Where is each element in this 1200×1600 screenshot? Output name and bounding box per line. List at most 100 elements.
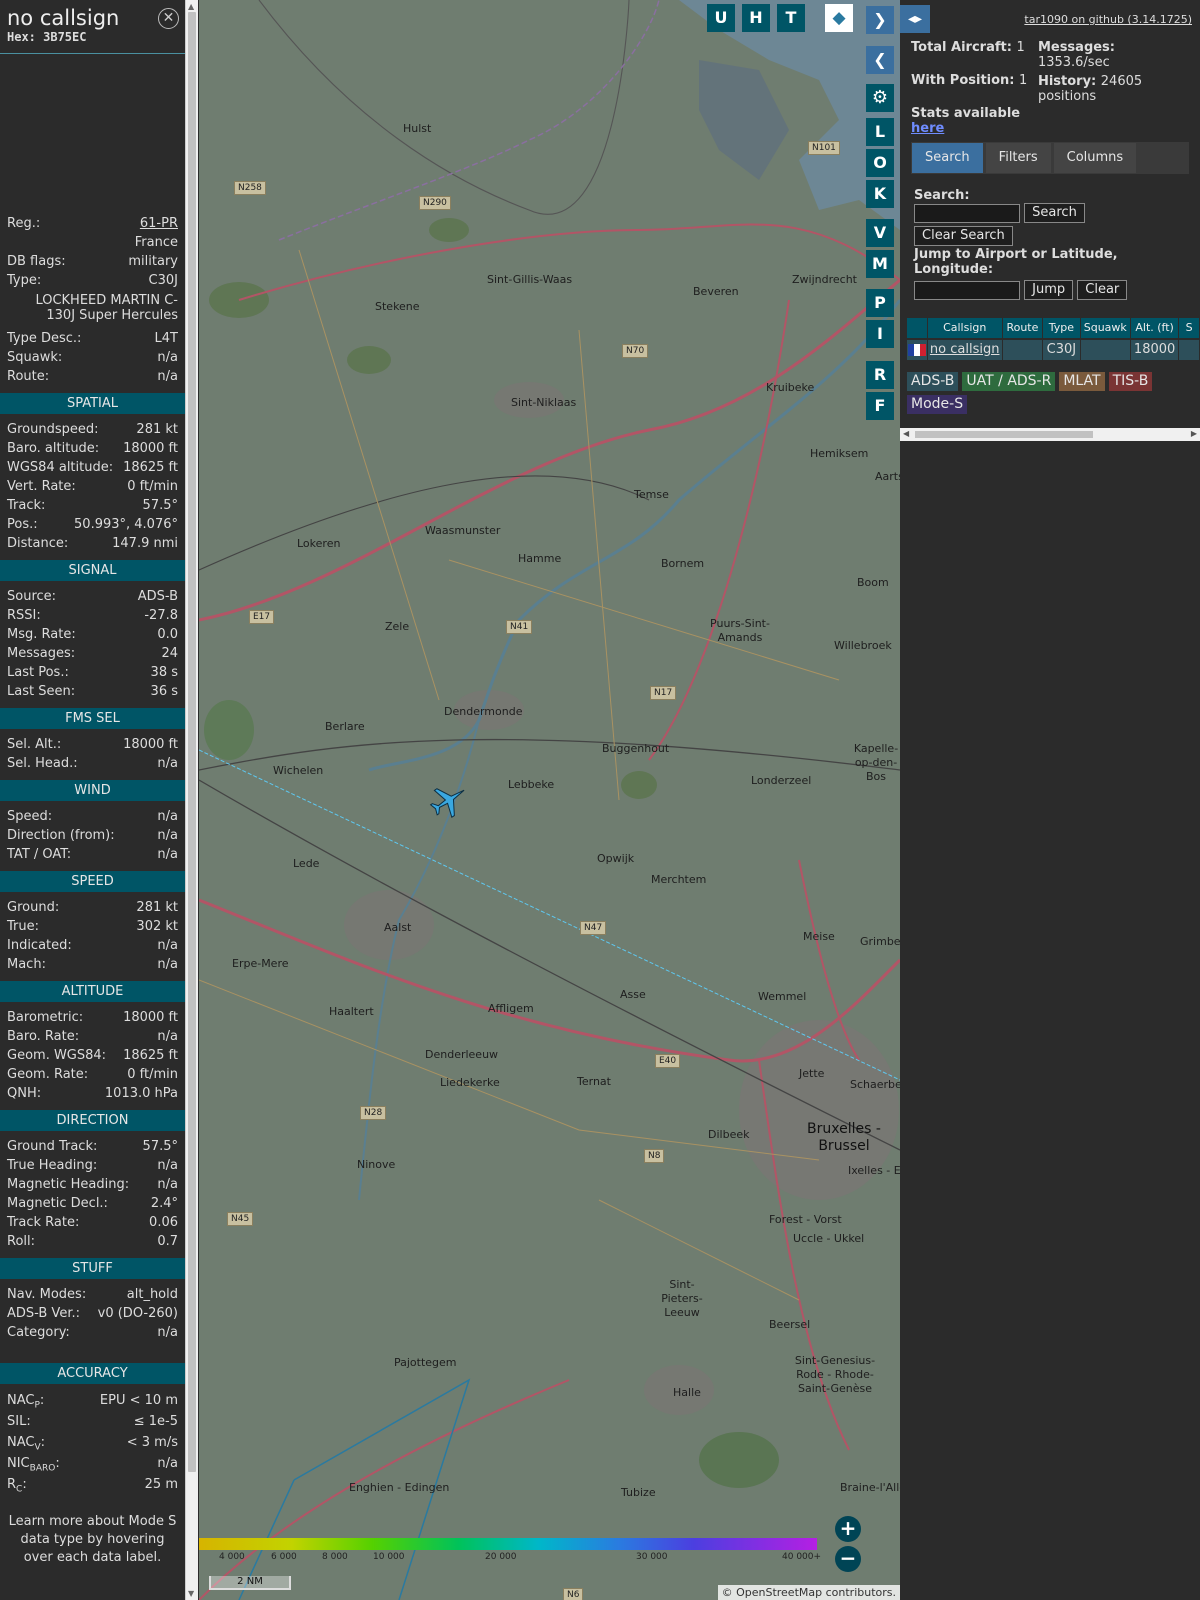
info-value: 18000 ft xyxy=(123,737,178,752)
col-altitude[interactable]: Alt. (ft) xyxy=(1130,318,1179,338)
place-label: Hamme xyxy=(518,552,562,565)
railway xyxy=(258,0,630,215)
place-label: Affligem xyxy=(488,1002,534,1015)
tab-search[interactable]: Search xyxy=(912,143,983,173)
collapse-left-icon[interactable]: ❮ xyxy=(866,46,894,74)
map-button-f[interactable]: F xyxy=(866,392,894,420)
road-shield: N290 xyxy=(419,196,451,210)
info-value: n/a xyxy=(157,756,178,771)
info-label: True Heading: xyxy=(7,1158,98,1173)
scroll-left-arrow-icon[interactable]: ◀ xyxy=(903,429,909,438)
legend-modes: Mode-S xyxy=(907,395,968,414)
map-button-h[interactable]: H xyxy=(742,4,770,32)
info-row: True: 302 kt xyxy=(0,917,185,936)
zoom-in-button[interactable]: + xyxy=(835,1516,861,1542)
info-label: Baro. Rate: xyxy=(7,1029,80,1044)
road-shield: N6 xyxy=(563,1588,584,1600)
info-row: Source: ADS-B xyxy=(0,587,185,606)
scrollbar-thumb[interactable] xyxy=(188,12,196,1472)
map-button-u[interactable]: U xyxy=(707,4,735,32)
jump-input[interactable] xyxy=(914,280,1020,300)
place-label: Erpe-Mere xyxy=(232,957,289,970)
info-value: v0 (DO-260) xyxy=(97,1306,178,1321)
info-label: RSSI: xyxy=(7,608,41,623)
stats-link[interactable]: here xyxy=(911,121,944,136)
toggle-sidebar-icon[interactable]: ◂▸ xyxy=(900,5,930,33)
place-label: Beersel xyxy=(769,1318,811,1331)
place-label: Kruibeke xyxy=(766,381,815,394)
map-button-o[interactable]: O xyxy=(866,149,894,177)
with-position: With Position: 1 xyxy=(911,73,1028,88)
col-callsign[interactable]: Callsign xyxy=(927,318,1002,338)
col-type[interactable]: Type xyxy=(1043,318,1080,338)
info-value: 302 kt xyxy=(136,919,178,934)
info-value: n/a xyxy=(157,1325,178,1340)
map-button-v[interactable]: V xyxy=(866,219,894,247)
tab-columns[interactable]: Columns xyxy=(1053,143,1137,173)
github-link[interactable]: tar1090 on github (3.14.1725) xyxy=(1024,13,1192,26)
info-row: Pos.: 50.993°, 4.076° xyxy=(0,515,185,534)
map-button-k[interactable]: K xyxy=(866,180,894,208)
stuff-list: Nav. Modes: alt_hold ADS-B Ver.: v0 (DO-260… xyxy=(0,1285,185,1342)
tab-filters[interactable]: Filters xyxy=(985,143,1051,173)
table-row[interactable]: no callsign C30J 18000 xyxy=(907,340,1200,360)
scroll-down-arrow-icon[interactable]: ▼ xyxy=(188,1589,194,1598)
osm-link[interactable]: OpenStreetMap xyxy=(736,1586,822,1599)
map-button-r[interactable]: R xyxy=(866,361,894,389)
info-row: Mach: n/a xyxy=(0,955,185,974)
expand-right-icon[interactable]: ❯ xyxy=(866,6,894,34)
source-legend: ADS-B UAT / ADS-R MLAT TIS-B Mode-S xyxy=(907,372,1167,418)
road-shield: N8 xyxy=(644,1149,665,1163)
close-icon[interactable]: ✕ xyxy=(158,8,179,29)
legend-tisb: TIS-B xyxy=(1108,372,1153,391)
map-view[interactable]: Hulst Stekene Sint-Gillis-Waas Beveren Z… xyxy=(199,0,900,1600)
info-value: 0 ft/min xyxy=(127,1067,178,1082)
forest-patch xyxy=(347,346,391,374)
map-button-l[interactable]: L xyxy=(866,118,894,146)
info-value: 18000 ft xyxy=(123,441,178,456)
legend-uat: UAT / ADS-R xyxy=(962,372,1056,391)
settings-gear-icon[interactable]: ⚙ xyxy=(866,84,894,112)
info-label: Category: xyxy=(7,1325,70,1340)
hscroll-thumb[interactable] xyxy=(915,431,1093,438)
info-value: n/a xyxy=(157,957,178,972)
search-button[interactable]: Search xyxy=(1024,203,1085,223)
section-signal: SIGNAL xyxy=(0,560,185,581)
clear-jump-button[interactable]: Clear xyxy=(1077,280,1128,300)
section-spatial: SPATIAL xyxy=(0,393,185,414)
map-button-t[interactable]: T xyxy=(777,4,805,32)
table-horizontal-scrollbar[interactable]: ◀ ▶ xyxy=(900,428,1200,441)
col-route[interactable]: Route xyxy=(1002,318,1043,338)
info-label: Roll: xyxy=(7,1234,36,1249)
map-button-m[interactable]: M xyxy=(866,250,894,278)
place-label: Stekene xyxy=(375,300,420,313)
motorway xyxy=(199,278,900,622)
place-label: Aarts xyxy=(875,470,900,483)
info-panel-scrollbar[interactable]: ▲ ▼ xyxy=(185,0,198,1600)
registration-link[interactable]: 61-PR xyxy=(140,214,178,233)
map-button-i[interactable]: I xyxy=(866,320,894,348)
info-value: alt_hold xyxy=(126,1287,178,1302)
info-row: Geom. Rate: 0 ft/min xyxy=(0,1065,185,1084)
place-label: Boom xyxy=(857,576,889,589)
layers-icon[interactable]: ◆ xyxy=(825,4,853,32)
country: France xyxy=(134,235,178,250)
info-label: Messages: xyxy=(7,646,76,661)
scroll-up-arrow-icon[interactable]: ▲ xyxy=(188,2,194,11)
row-callsign[interactable]: no callsign xyxy=(927,340,1002,360)
zoom-out-button[interactable]: − xyxy=(835,1546,861,1572)
search-input[interactable] xyxy=(914,203,1020,223)
search-form: Search: Search Clear Search Jump to Airp… xyxy=(900,174,1200,300)
learn-more-text: Learn more about Mode S data type by hov… xyxy=(8,1514,177,1565)
sil-row: SIL: ≤ 1e-5 xyxy=(7,1414,178,1429)
scroll-right-arrow-icon[interactable]: ▶ xyxy=(1191,429,1197,438)
info-label: Direction (from): xyxy=(7,828,115,843)
info-label: Last Seen: xyxy=(7,684,76,699)
col-speed[interactable]: S xyxy=(1179,318,1199,338)
jump-button[interactable]: Jump xyxy=(1024,280,1074,300)
map-button-p[interactable]: P xyxy=(866,289,894,317)
col-squawk[interactable]: Squawk xyxy=(1080,318,1130,338)
place-label: Halle xyxy=(673,1386,701,1399)
clear-search-button[interactable]: Clear Search xyxy=(914,226,1013,246)
info-row: True Heading: n/a xyxy=(0,1156,185,1175)
